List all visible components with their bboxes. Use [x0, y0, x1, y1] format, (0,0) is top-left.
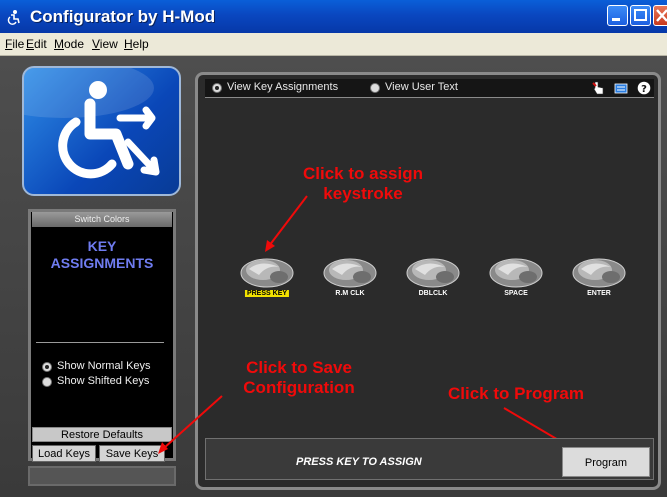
view-key-assignments-radio[interactable]	[212, 83, 222, 93]
wheelchair-icon	[24, 68, 160, 179]
switch-icon	[323, 258, 377, 288]
key-button-5[interactable]: ENTER	[571, 253, 627, 303]
key-button-3[interactable]: DBLCLK	[405, 253, 461, 303]
window-title: Configurator by H-Mod	[30, 7, 216, 26]
menu-mode[interactable]: Mode	[54, 37, 84, 51]
key-label: DBLCLK	[418, 290, 448, 297]
key-button-1[interactable]: PRESS KEY	[239, 253, 295, 303]
key-label: PRESS KEY	[244, 290, 290, 297]
switch-icon	[572, 258, 626, 288]
status-message: PRESS KEY TO ASSIGN	[296, 456, 422, 468]
minimize-button[interactable]	[607, 5, 628, 26]
maximize-icon	[634, 9, 647, 21]
menu-edit[interactable]: Edit	[26, 37, 47, 51]
left-bottom-strip	[28, 466, 176, 486]
message-icon[interactable]	[614, 81, 628, 95]
key-label: R.M CLK	[335, 290, 365, 297]
view-user-text-radio[interactable]	[370, 83, 380, 93]
key-assignments-heading: KEY ASSIGNMENTS	[50, 238, 154, 271]
app-icon	[7, 10, 20, 25]
svg-text:?: ?	[641, 84, 647, 95]
view-key-assignments-label: View Key Assignments	[227, 81, 339, 93]
minimize-icon	[612, 18, 620, 21]
program-button[interactable]: Program	[562, 447, 650, 477]
menu-bar: File Edit Mode View Help	[0, 33, 667, 56]
program-annotation: Click to Program	[447, 384, 585, 403]
show-shifted-keys-radio[interactable]	[42, 377, 52, 387]
close-button[interactable]	[653, 5, 667, 26]
key-label: SPACE	[504, 290, 528, 297]
view-user-text-label: View User Text	[385, 81, 458, 93]
switch-colors-title: Switch Colors	[32, 212, 172, 227]
help-icon[interactable]: ?	[637, 81, 651, 95]
menu-help[interactable]: Help	[124, 37, 149, 51]
title-bar: Configurator by H-Mod	[0, 0, 667, 33]
show-shifted-keys-label: Show Shifted Keys	[57, 375, 150, 387]
key-button-2[interactable]: R.M CLK	[322, 253, 378, 303]
key-label: ENTER	[587, 290, 611, 297]
save-annotation: Click to Save Configuration	[243, 358, 355, 397]
close-icon	[656, 9, 667, 22]
assign-arrow	[265, 195, 308, 252]
show-normal-keys-radio[interactable]	[42, 362, 52, 372]
accessibility-logo	[22, 66, 181, 196]
pointer-hand-icon[interactable]	[592, 81, 606, 95]
menu-file[interactable]: File	[5, 37, 24, 51]
load-keys-button[interactable]: Load Keys	[32, 445, 96, 462]
switch-icon	[406, 258, 460, 288]
show-normal-keys-label: Show Normal Keys	[57, 360, 151, 372]
key-button-4[interactable]: SPACE	[488, 253, 544, 303]
maximize-button[interactable]	[630, 5, 651, 26]
menu-view[interactable]: View	[92, 37, 118, 51]
panel-divider	[36, 342, 164, 343]
switch-icon	[489, 258, 543, 288]
